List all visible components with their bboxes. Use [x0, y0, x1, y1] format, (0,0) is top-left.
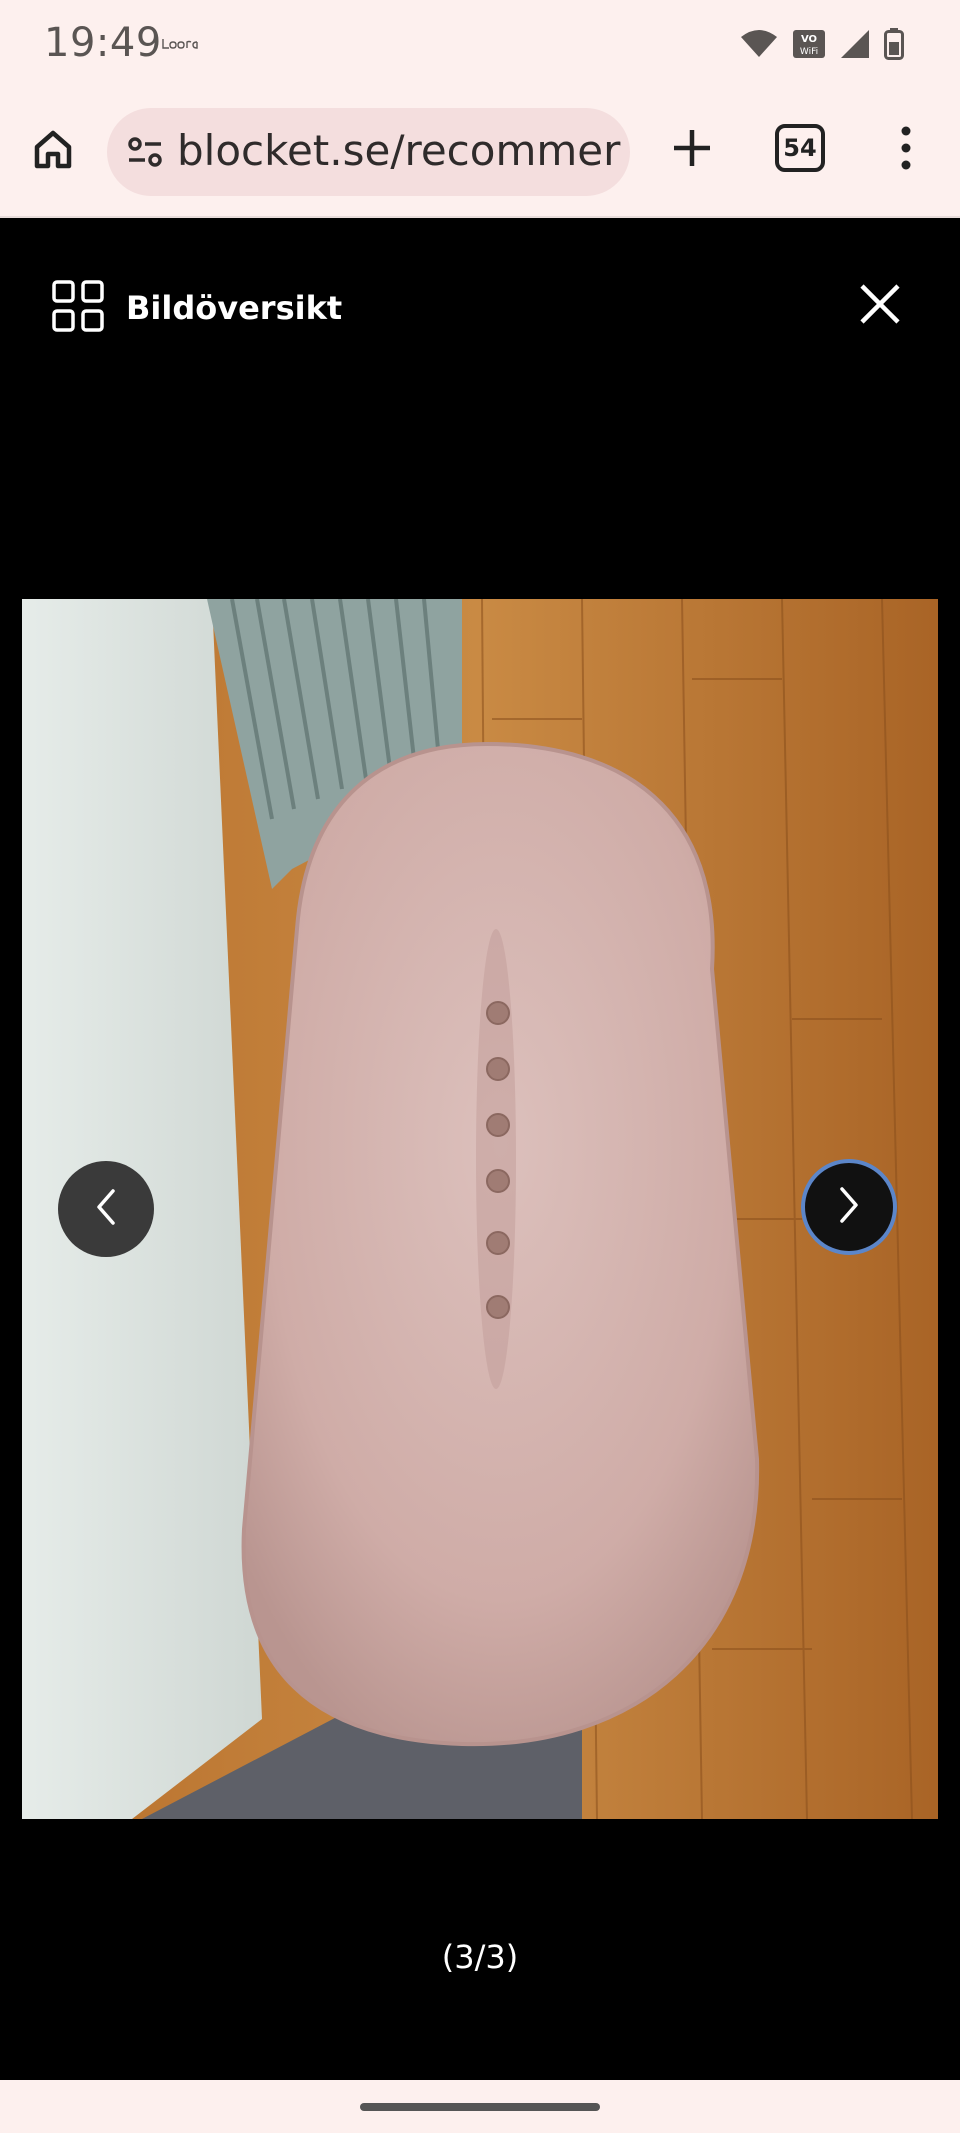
chevron-left-icon: [91, 1187, 121, 1231]
battery-icon: [884, 28, 904, 64]
close-icon[interactable]: [858, 282, 902, 326]
grid-icon: [52, 280, 104, 336]
more-menu-icon[interactable]: [888, 116, 924, 180]
next-image-button[interactable]: [801, 1159, 897, 1255]
wifi-icon: [740, 29, 778, 63]
address-bar[interactable]: blocket.se/recommer: [107, 108, 630, 196]
gesture-navigation-bar: [0, 2080, 960, 2133]
image-viewer: Bildöversikt (3/3): [0, 218, 960, 2080]
signal-icon: [840, 29, 870, 63]
home-icon[interactable]: [24, 120, 82, 178]
chevron-right-icon: [834, 1185, 864, 1229]
image-overview-button[interactable]: Bildöversikt: [52, 278, 342, 338]
overview-label: Bildöversikt: [126, 289, 343, 327]
previous-image-button[interactable]: [58, 1161, 154, 1257]
home-gesture-handle[interactable]: [360, 2103, 600, 2111]
carrier-logo: [161, 36, 201, 56]
site-settings-icon[interactable]: [125, 132, 165, 172]
svg-text:VO: VO: [801, 34, 817, 45]
browser-toolbar: blocket.se/recommer 54: [0, 88, 960, 218]
image-counter: (3/3): [441, 1938, 519, 1976]
new-tab-icon[interactable]: [664, 120, 720, 176]
url-text: blocket.se/recommer: [177, 126, 621, 175]
vowifi-icon: VO WiFi: [792, 29, 826, 63]
status-bar: 19:49 VO WiFi: [0, 0, 960, 88]
status-time: 19:49: [44, 20, 162, 66]
svg-text:WiFi: WiFi: [800, 47, 818, 57]
tab-count: 54: [775, 124, 825, 172]
tab-switcher-button[interactable]: 54: [774, 122, 826, 174]
